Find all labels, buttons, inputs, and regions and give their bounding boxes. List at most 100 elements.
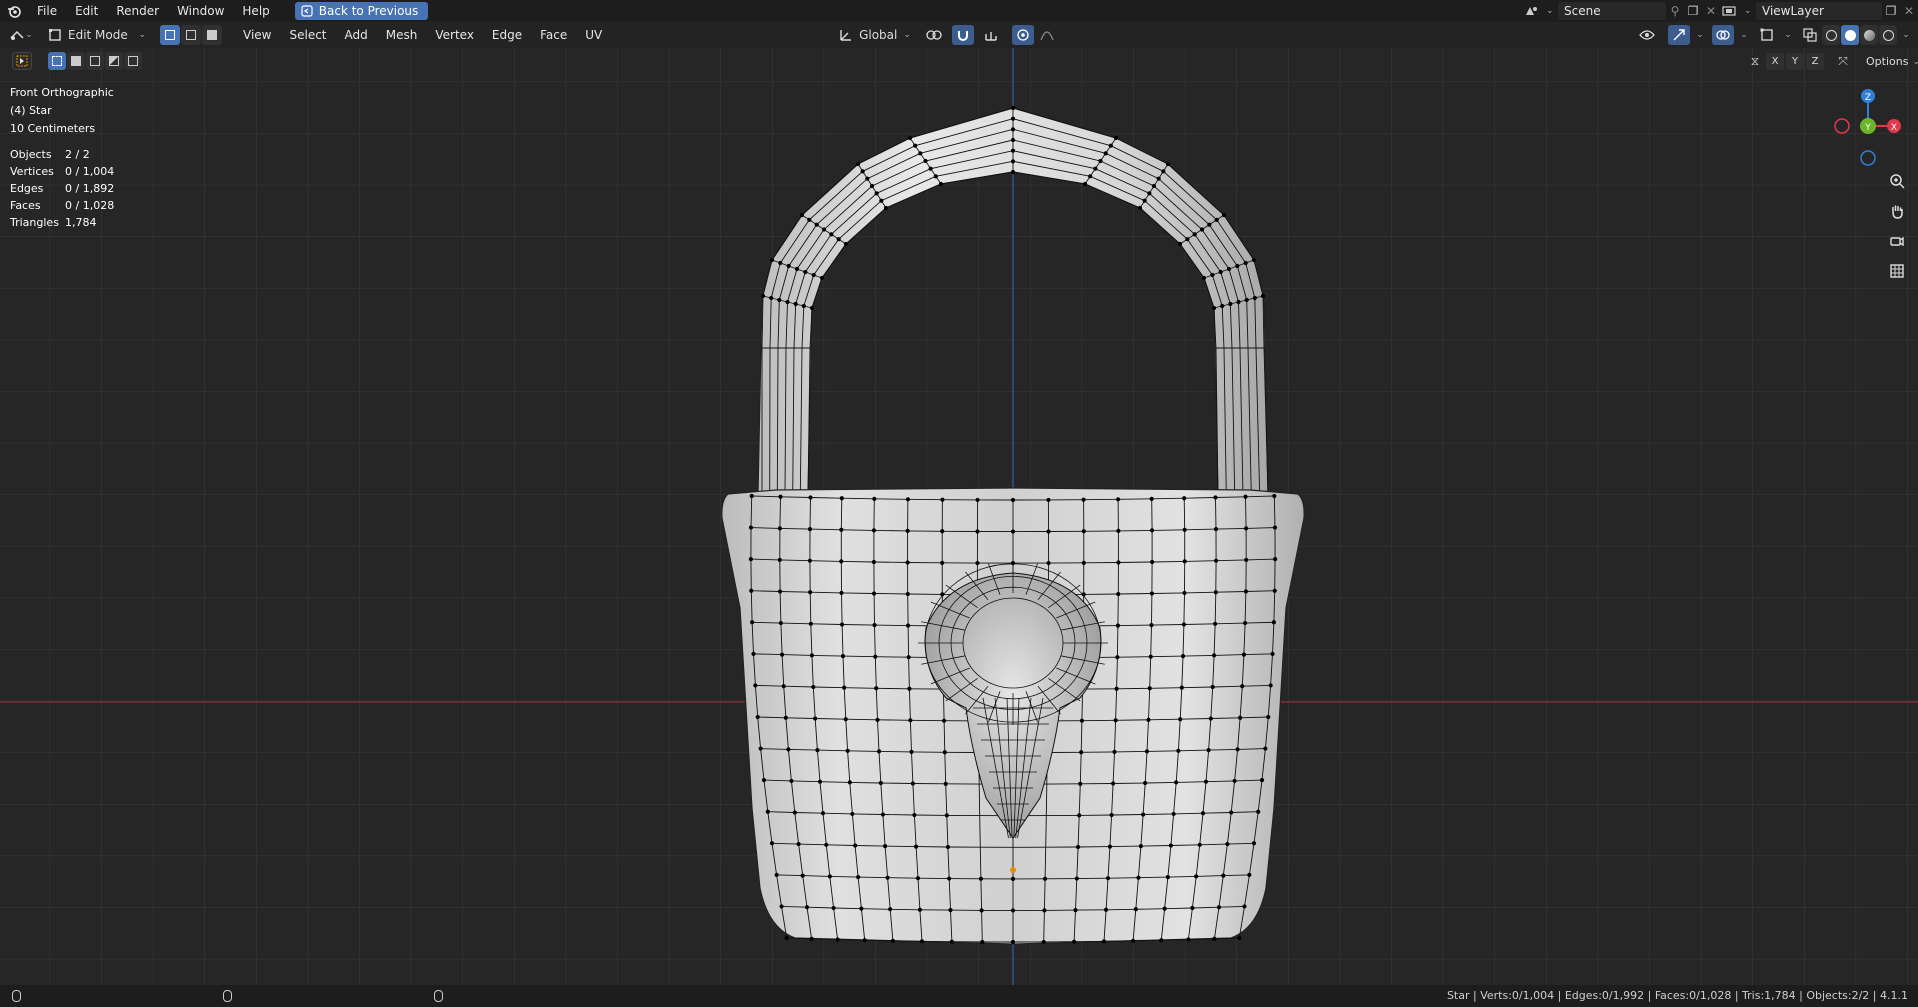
proportional-edit-button[interactable] [1012, 25, 1034, 45]
eye-icon [1639, 30, 1655, 40]
object-origin [1010, 867, 1016, 873]
overlay-toggle-button[interactable] [1712, 25, 1734, 45]
mode-selector[interactable]: Edit Mode ⌄ [42, 25, 150, 45]
gizmo-neg-x-axis[interactable] [1834, 118, 1850, 134]
rendered-shading-button[interactable] [1879, 25, 1897, 45]
viewport-canvas[interactable] [0, 48, 1918, 985]
pan-hand-icon[interactable] [1886, 200, 1908, 222]
3d-viewport[interactable]: Front Orthographic (4) Star 10 Centimete… [0, 48, 1918, 985]
mouse-middle-icon [223, 990, 232, 1002]
stat-value: 0 / 1,028 [65, 199, 115, 212]
snap-target-button[interactable] [976, 25, 1006, 45]
blender-logo-icon[interactable] [0, 0, 28, 22]
proportional-edit-icon [1017, 29, 1029, 41]
options-label: Options [1866, 55, 1909, 68]
visibility-button[interactable] [1632, 25, 1662, 45]
menu-select[interactable]: Select [280, 28, 335, 42]
gizmo-dropdown[interactable]: ⌄ [1692, 25, 1708, 45]
pin-icon[interactable]: ⚲ [1666, 4, 1684, 18]
viewlayer-name-field[interactable]: ViewLayer [1756, 2, 1882, 20]
wireframe-icon [1825, 29, 1837, 41]
menu-view[interactable]: View [234, 28, 280, 42]
menu-file[interactable]: File [28, 0, 66, 22]
menu-uv[interactable]: UV [576, 28, 611, 42]
shading-dropdown[interactable]: ⌄ [1898, 25, 1914, 45]
viewlayer-selector[interactable]: ⌄ ViewLayer ❐ ✕ [1722, 2, 1918, 20]
viewlayer-icon[interactable] [1722, 5, 1744, 17]
select-tool-icon [16, 55, 28, 67]
ortho-grid-icon[interactable] [1886, 260, 1908, 282]
stat-label: Faces [10, 199, 41, 212]
scene-selector[interactable]: ⌄ Scene ⚲ ❐ ✕ [1524, 2, 1720, 20]
edit-mode-icon [49, 29, 61, 41]
mesh-overlay-dropdown[interactable]: ⌄ [1780, 25, 1796, 45]
back-to-previous-button[interactable]: Back to Previous [294, 2, 429, 20]
new-viewlayer-icon[interactable]: ❐ [1882, 4, 1900, 18]
select-subtract-button[interactable] [86, 52, 104, 70]
xray-toggle-button[interactable] [1800, 25, 1820, 45]
mirror-z-toggle[interactable]: Z [1806, 53, 1824, 70]
orientation-icon [840, 30, 852, 41]
overlay-icon [1716, 30, 1730, 40]
overlay-dropdown[interactable]: ⌄ [1736, 25, 1752, 45]
stat-value: 1,784 [65, 216, 97, 229]
select-new-button[interactable] [48, 52, 66, 70]
menu-edge[interactable]: Edge [483, 28, 531, 42]
grid-scale: 10 Centimeters [10, 122, 96, 135]
mirror-x-toggle[interactable]: X [1766, 53, 1784, 70]
solid-shading-button[interactable] [1841, 25, 1859, 45]
stat-row: Objects 2 / 2 [10, 146, 114, 163]
select-extend-button[interactable] [67, 52, 85, 70]
solid-sphere-icon [1844, 29, 1856, 41]
falloff-curve-icon [1040, 31, 1054, 41]
mesh-edit-overlay-button[interactable] [1756, 25, 1778, 45]
scene-name-field[interactable]: Scene [1558, 2, 1666, 20]
mirror-y-label: Y [1791, 56, 1799, 67]
face-select-mode-button[interactable] [202, 25, 222, 45]
gizmo-toggle-button[interactable] [1668, 25, 1690, 45]
transform-orientation-dropdown[interactable]: Global ⌄ [836, 25, 914, 45]
select-intersect-button[interactable] [124, 52, 142, 70]
gizmo-y-label: Y [1864, 123, 1871, 133]
select-intersect-icon [128, 56, 138, 66]
zoom-icon[interactable] [1886, 170, 1908, 192]
camera-view-icon[interactable] [1886, 230, 1908, 252]
object-name: (4) Star [10, 104, 52, 117]
options-dropdown[interactable]: Options ⌄ [1862, 53, 1918, 70]
menu-help[interactable]: Help [233, 0, 278, 22]
mirror-y-toggle[interactable]: Y [1786, 53, 1804, 70]
stat-label: Vertices [10, 165, 54, 178]
menu-edit[interactable]: Edit [66, 0, 107, 22]
mirror-icon[interactable]: ⧖ [1746, 54, 1764, 69]
menu-face[interactable]: Face [531, 28, 576, 42]
pivot-point-button[interactable] [920, 25, 948, 45]
navigation-gizmo[interactable]: Z X Y [1826, 80, 1916, 170]
menu-render[interactable]: Render [107, 0, 168, 22]
material-preview-button[interactable] [1860, 25, 1878, 45]
editor-type-button[interactable]: ⌄ [6, 25, 36, 45]
menu-window[interactable]: Window [168, 0, 233, 22]
select-invert-button[interactable] [105, 52, 123, 70]
viewport-info: Front Orthographic (4) Star 10 Centimete… [10, 84, 114, 138]
face-select-icon [207, 30, 217, 40]
editor-type-icon [10, 30, 24, 40]
stat-value: 0 / 1,004 [65, 165, 115, 178]
view-name: Front Orthographic [10, 86, 114, 99]
menu-mesh[interactable]: Mesh [377, 28, 427, 42]
delete-scene-icon[interactable]: ✕ [1702, 4, 1720, 18]
vertex-select-mode-button[interactable] [160, 25, 180, 45]
edge-select-mode-button[interactable] [181, 25, 201, 45]
new-scene-icon[interactable]: ❐ [1684, 4, 1702, 18]
menu-add[interactable]: Add [336, 28, 377, 42]
wireframe-shading-button[interactable] [1822, 25, 1840, 45]
falloff-button[interactable] [1036, 25, 1058, 45]
mesh-overlay-icon [1760, 28, 1773, 41]
gizmo-neg-z-axis[interactable] [1860, 150, 1876, 166]
delete-viewlayer-icon[interactable]: ✕ [1900, 4, 1918, 18]
snap-toggle-button[interactable] [952, 25, 974, 45]
active-tool-button[interactable] [12, 52, 32, 70]
scene-icon[interactable] [1524, 5, 1546, 17]
auto-merge-icon[interactable]: ⤧ [1832, 54, 1854, 69]
snap-increment-icon [985, 32, 997, 41]
menu-vertex[interactable]: Vertex [426, 28, 483, 42]
